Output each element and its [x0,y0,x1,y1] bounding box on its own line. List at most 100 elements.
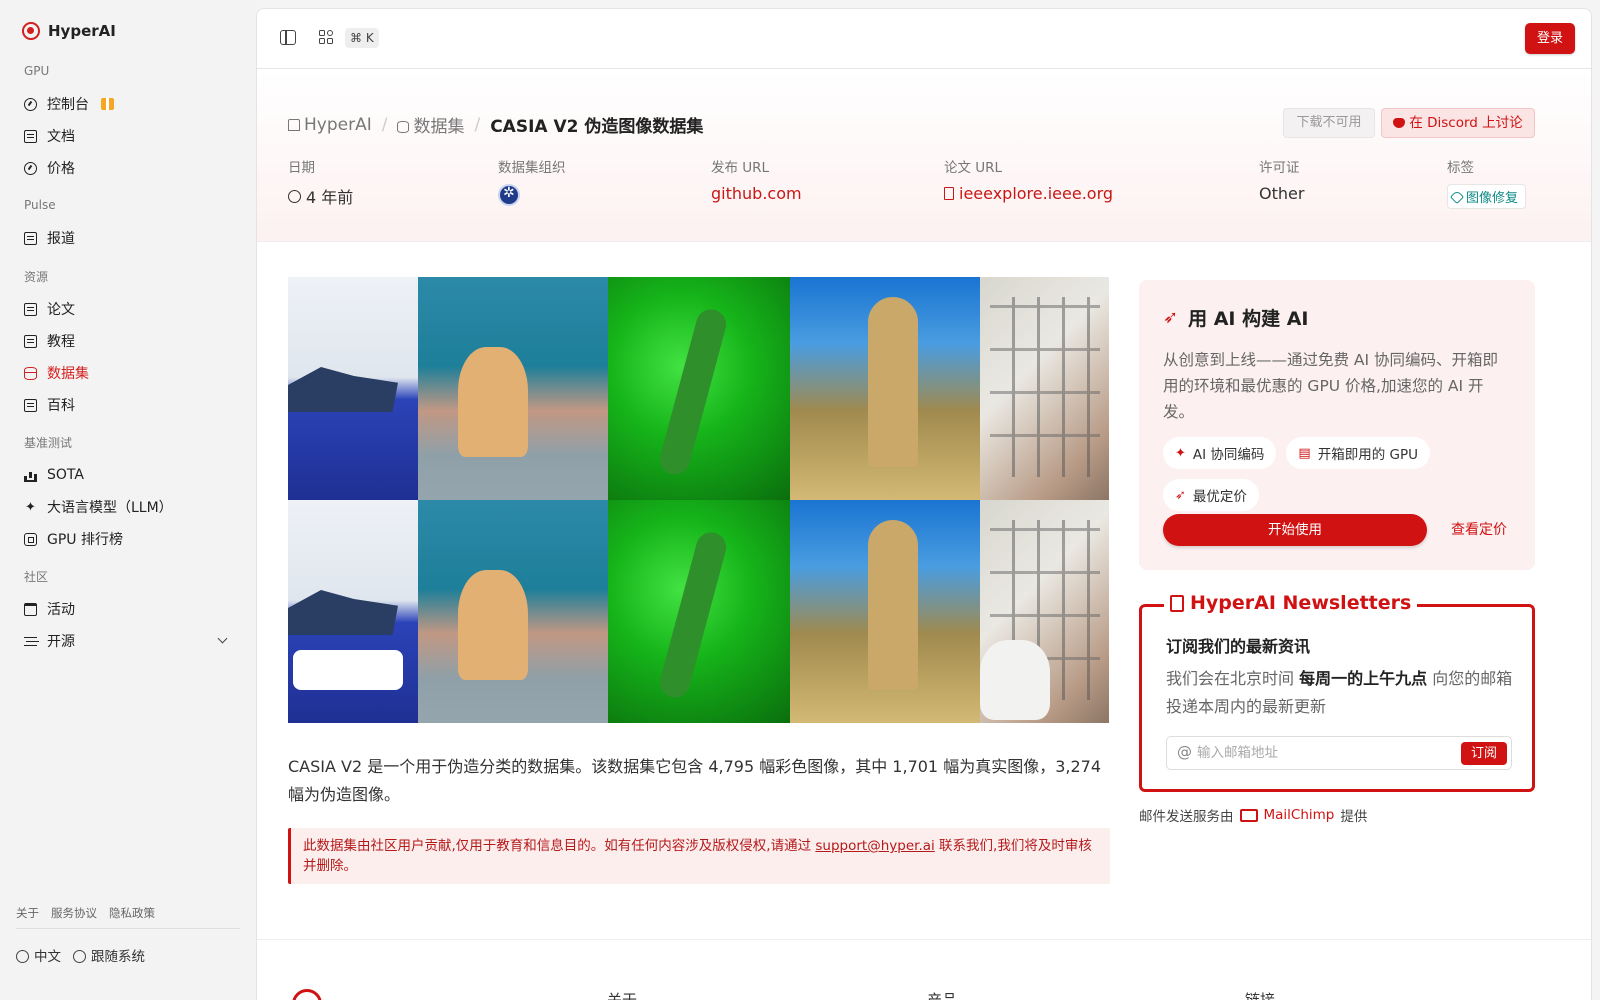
newsletter-text-bold: 每周一的上午九点 [1299,669,1428,688]
preview-tile [608,500,790,723]
meta-paper-url: 论文 URL ieeexplore.ieee.org [944,156,1113,203]
license-value: Other [1259,184,1305,203]
preview-tile [980,277,1109,500]
paper-url-link[interactable]: ieeexplore.ieee.org [944,184,1113,203]
sidebar-footer-links: 关于 服务协议 隐私政策 [16,905,155,921]
sidebar-item-pricing[interactable]: 价格 [16,154,240,182]
sidebar-item-events[interactable]: 活动 [16,595,240,623]
terms-link[interactable]: 服务协议 [51,905,97,921]
preview-tile [288,500,418,723]
provider-text: 提供 [1340,809,1368,825]
login-button[interactable]: 登录 [1525,23,1575,54]
view-pricing-link[interactable]: 查看定价 [1451,514,1507,546]
subscribe-button[interactable]: 订阅 [1461,742,1507,765]
sidebar-item-opensource[interactable]: 开源 [16,627,240,655]
meta-date: 日期 4 年前 [288,156,353,208]
sidebar: HyperAI GPU 控制台 文档 价格 Pulse 报道 资源 论文 教程 … [0,0,256,1000]
mailchimp-link[interactable]: MailChimp [1264,807,1335,823]
tag-label: 图像修复 [1466,191,1519,206]
sidebar-item-label: 活动 [47,602,75,618]
get-started-button[interactable]: 开始使用 [1163,514,1427,546]
home-icon [288,118,300,131]
breadcrumb-home-label: HyperAI [304,114,372,135]
footer-col-links: 链接 [1245,991,1276,1000]
chip-icon [24,532,37,546]
preview-tile [980,500,1109,723]
pill-label: AI 协同编码 [1192,447,1265,463]
feature-pill: ➶ 最优定价 [1163,479,1259,511]
sidebar-item-console[interactable]: 控制台 [16,90,240,118]
footer-col-products: 产品 [927,991,958,1000]
newspaper-icon [1170,594,1184,612]
theme-label: 跟随系统 [91,949,145,965]
meta-release-url: 发布 URL github.com [711,156,802,203]
book-icon [24,334,37,348]
newsletter-legend: HyperAI Newsletters [1164,592,1418,614]
sidebar-item-tutorials[interactable]: 教程 [16,327,240,355]
breadcrumb-section[interactable]: 数据集 [397,112,464,137]
sidebar-item-news[interactable]: 报道 [16,224,240,252]
organization-logo-icon[interactable] [498,184,520,206]
breadcrumb-home[interactable]: HyperAI [288,115,372,135]
newsletter-heading: 订阅我们的最新资讯 [1166,637,1311,656]
email-input[interactable] [1197,739,1447,767]
newsletter-form: @ 订阅 [1166,736,1512,770]
language-switcher[interactable]: 中文 [16,945,61,965]
sidebar-item-label: 控制台 [47,97,89,113]
brand-name: HyperAI [48,22,116,40]
meta-label: 发布 URL [711,160,770,176]
command-shortcut[interactable]: ⌘ K [345,28,379,48]
dollar-icon [24,161,37,175]
sidebar-item-datasets[interactable]: 数据集 [16,359,240,387]
feature-pill: ▤ 开箱即用的 GPU [1286,437,1430,469]
language-label: 中文 [34,949,61,965]
apps-grid-icon[interactable] [319,30,334,45]
meta-label: 数据集组织 [498,160,566,176]
download-unavailable-button[interactable]: 下载不可用 [1283,108,1375,138]
sidebar-item-llm[interactable]: ✦ 大语言模型（LLM） [16,493,240,521]
sidebar-item-wiki[interactable]: 百科 [16,391,240,419]
database-icon [24,366,37,380]
paper-url-text: ieeexplore.ieee.org [959,184,1114,203]
dataset-preview-image [288,277,1109,723]
about-link[interactable]: 关于 [16,905,39,921]
discord-icon [1393,118,1406,128]
discord-discuss-button[interactable]: 在 Discord 上讨论 [1381,108,1535,138]
card-title-text: 用 AI 构建 AI [1188,308,1309,330]
date-value: 4 年前 [306,188,354,207]
build-ai-card: ➶ 用 AI 构建 AI 从创意到上线——通过免费 AI 协同编码、开箱即用的环境… [1139,280,1535,570]
sidebar-item-papers[interactable]: 论文 [16,295,240,323]
globe-icon [16,950,29,963]
sidebar-item-label: 报道 [47,231,75,247]
brand[interactable]: HyperAI [22,22,116,40]
meta-tags: 标签 图像修复 [1447,156,1527,209]
page-title: CASIA V2 伪造图像数据集 [490,117,704,137]
theme-switcher[interactable]: 跟随系统 [73,945,145,965]
sidebar-item-label: SOTA [47,467,84,483]
preview-tile [288,277,418,500]
privacy-link[interactable]: 隐私政策 [109,905,155,921]
newsletter-card: HyperAI Newsletters 订阅我们的最新资讯 我们会在北京时间 每… [1139,592,1535,792]
meta-value: 4 年前 [288,184,353,208]
sidebar-toggle-icon[interactable] [280,30,296,45]
release-url-link[interactable]: github.com [711,184,802,203]
chevron-down-icon [217,633,228,644]
list-icon [24,635,37,648]
meta-value [498,184,566,206]
sidebar-item-label: 论文 [47,302,75,318]
meta-value: 图像修复 [1447,184,1527,209]
mail-icon [1239,808,1258,822]
database-icon [397,121,410,133]
document-icon [944,187,954,200]
tag-chip[interactable]: 图像修复 [1447,184,1527,209]
support-email-link[interactable]: support@hyper.ai [815,838,934,854]
sidebar-item-label: 大语言模型（LLM） [47,500,173,516]
sidebar-item-docs[interactable]: 文档 [16,122,240,150]
sidebar-item-sota[interactable]: SOTA [16,461,240,489]
sidebar-item-gpu-leaderboard[interactable]: GPU 排行榜 [16,525,240,553]
news-icon [24,231,37,245]
preview-tile [608,277,790,500]
wiki-icon [24,398,37,412]
sidebar-item-label: 文档 [47,129,75,145]
newsletter-text-part: 我们会在北京时间 [1166,669,1300,688]
